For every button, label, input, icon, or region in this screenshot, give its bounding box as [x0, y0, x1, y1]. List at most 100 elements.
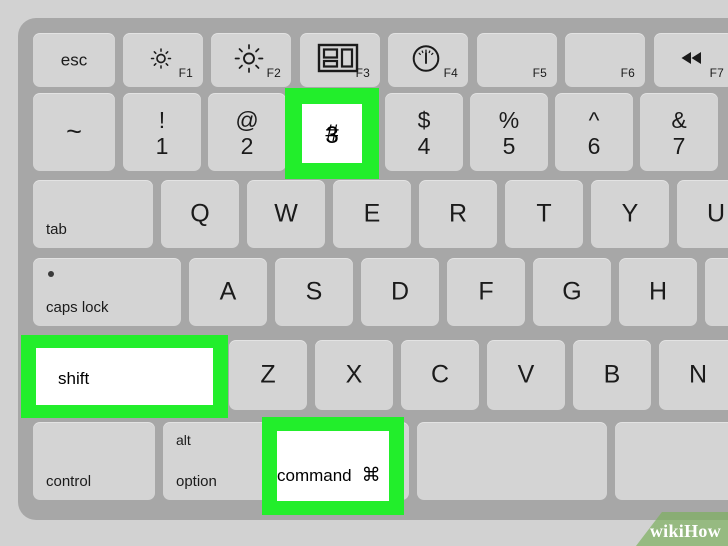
key-f2-fn-label: F2 — [266, 66, 281, 80]
key-tilde[interactable]: ~ — [33, 93, 115, 171]
highlight-key-3[interactable]: # 3 — [285, 88, 379, 179]
key-r-label: R — [448, 199, 468, 228]
key-g-label: G — [562, 277, 582, 306]
key-f3[interactable]: F3 — [300, 33, 380, 87]
key-v[interactable]: V — [487, 340, 565, 410]
watermark-text: wikiHow — [650, 522, 721, 540]
key-esc-label: esc — [60, 50, 88, 70]
key-7[interactable]: & 7 — [640, 93, 718, 171]
key-tilde-symbol: ~ — [66, 116, 82, 147]
caps-lock-led-icon — [48, 271, 54, 277]
key-e[interactable]: E — [333, 180, 411, 248]
key-c-label: C — [430, 360, 450, 389]
key-z[interactable]: Z — [229, 340, 307, 410]
key-n[interactable]: N — [659, 340, 728, 410]
highlight-key-shift-label: shift — [58, 369, 90, 388]
key-c[interactable]: C — [401, 340, 479, 410]
key-a-label: A — [219, 277, 237, 306]
key-2-symbol: @ — [235, 107, 259, 133]
key-f4-fn-label: F4 — [443, 66, 458, 80]
key-u[interactable]: U — [677, 180, 728, 248]
key-1-digit: 1 — [155, 133, 169, 159]
key-tab-label: tab — [46, 221, 67, 238]
key-f-label: F — [478, 277, 494, 306]
key-a[interactable]: A — [189, 258, 267, 326]
screenshot-canvas: esc F1 F2 F3 F4 F5 F6 F7 ~ ! 1 @ 2 $ 4 %… — [0, 0, 728, 546]
key-z-label: Z — [260, 360, 276, 389]
highlight-key-3-digit: 3 — [325, 122, 339, 149]
key-w[interactable]: W — [247, 180, 325, 248]
key-f5-fn-label: F5 — [532, 66, 547, 80]
key-s-label: S — [305, 277, 323, 306]
highlight-key-command-legend: command ⌘ — [277, 466, 381, 485]
key-w-label: W — [274, 199, 298, 228]
key-1-symbol: ! — [158, 107, 166, 133]
key-6[interactable]: ^ 6 — [555, 93, 633, 171]
key-r[interactable]: R — [419, 180, 497, 248]
key-2-digit: 2 — [240, 133, 254, 159]
key-h[interactable]: H — [619, 258, 697, 326]
key-d[interactable]: D — [361, 258, 439, 326]
key-4-digit: 4 — [417, 133, 431, 159]
key-caps-lock-label: caps lock — [46, 299, 109, 316]
key-f4[interactable]: F4 — [388, 33, 468, 87]
highlight-key-command[interactable]: command ⌘ — [262, 417, 404, 515]
key-s[interactable]: S — [275, 258, 353, 326]
rewind-icon — [654, 52, 728, 66]
key-esc[interactable]: esc — [33, 33, 115, 87]
key-command-right[interactable] — [615, 422, 728, 500]
key-4-symbol: $ — [417, 107, 431, 133]
key-option-label: option — [176, 473, 217, 490]
key-tab[interactable]: tab — [33, 180, 153, 248]
watermark-how: How — [684, 521, 721, 541]
key-f6[interactable]: F6 — [565, 33, 645, 87]
key-f[interactable]: F — [447, 258, 525, 326]
key-t[interactable]: T — [505, 180, 583, 248]
key-2[interactable]: @ 2 — [208, 93, 286, 171]
key-u-label: U — [706, 199, 726, 228]
key-f1-fn-label: F1 — [178, 66, 193, 80]
key-option-alt-label: alt — [176, 432, 191, 448]
key-b[interactable]: B — [573, 340, 651, 410]
key-space[interactable] — [417, 422, 607, 500]
key-n-label: N — [688, 360, 708, 389]
key-v-label: V — [517, 360, 535, 389]
key-6-symbol: ^ — [588, 107, 600, 133]
key-5-digit: 5 — [502, 133, 516, 159]
key-b-label: B — [603, 360, 621, 389]
key-x-label: X — [345, 360, 363, 389]
key-f1[interactable]: F1 — [123, 33, 203, 87]
highlight-key-command-face: command ⌘ — [277, 431, 389, 501]
key-x[interactable]: X — [315, 340, 393, 410]
key-caps-lock[interactable]: caps lock — [33, 258, 181, 326]
key-control-label: control — [46, 473, 92, 490]
wikihow-watermark: wikiHow — [610, 512, 728, 546]
key-4[interactable]: $ 4 — [385, 93, 463, 171]
key-5[interactable]: % 5 — [470, 93, 548, 171]
key-t-label: T — [536, 199, 552, 228]
key-h-label: H — [648, 277, 668, 306]
highlight-key-3-face: # 3 — [302, 104, 362, 163]
key-q-label: Q — [190, 199, 210, 228]
key-f7-fn-label: F7 — [709, 66, 724, 80]
key-f2[interactable]: F2 — [211, 33, 291, 87]
key-f6-fn-label: F6 — [620, 66, 635, 80]
key-7-digit: 7 — [672, 133, 686, 159]
key-5-symbol: % — [498, 107, 520, 133]
key-j[interactable] — [705, 258, 728, 326]
key-1[interactable]: ! 1 — [123, 93, 201, 171]
key-option[interactable]: alt option — [163, 422, 273, 500]
highlight-key-shift[interactable]: shift — [21, 335, 228, 418]
key-f5[interactable]: F5 — [477, 33, 557, 87]
key-y[interactable]: Y — [591, 180, 669, 248]
key-d-label: D — [390, 277, 410, 306]
key-g[interactable]: G — [533, 258, 611, 326]
key-control[interactable]: control — [33, 422, 155, 500]
key-q[interactable]: Q — [161, 180, 239, 248]
key-f3-fn-label: F3 — [355, 66, 370, 80]
highlight-key-shift-face: shift — [36, 348, 213, 405]
watermark-wiki: wiki — [649, 521, 685, 541]
key-f7[interactable]: F7 — [654, 33, 728, 87]
key-6-digit: 6 — [587, 133, 601, 159]
highlight-key-command-label: command — [277, 466, 352, 485]
